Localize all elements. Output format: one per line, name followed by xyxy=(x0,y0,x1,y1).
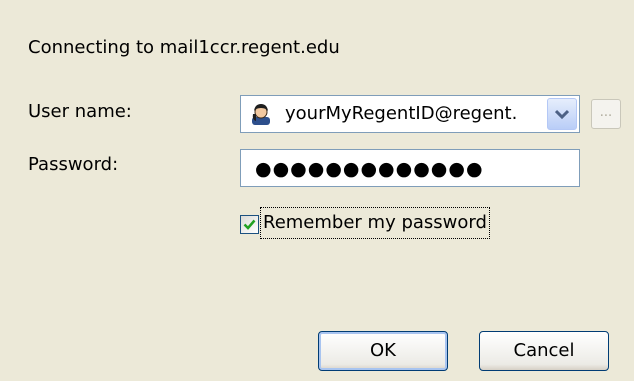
remember-password-label[interactable]: Remember my password xyxy=(260,207,490,239)
user-name-value: yourMyRegentID@regent. xyxy=(285,103,518,124)
ok-button[interactable]: OK xyxy=(318,331,448,371)
browse-accounts-button[interactable]: ... xyxy=(591,99,621,129)
password-masked-value: ●●●●●●●●●●●●● xyxy=(255,158,484,180)
password-field[interactable]: ●●●●●●●●●●●●● xyxy=(240,149,580,187)
credentials-dialog: Connecting to mail1ccr.regent.edu User n… xyxy=(0,0,634,381)
user-name-combobox[interactable]: yourMyRegentID@regent. xyxy=(240,95,580,133)
cancel-button[interactable]: Cancel xyxy=(479,331,609,371)
connecting-text: Connecting to mail1ccr.regent.edu xyxy=(28,37,340,58)
user-name-dropdown-button[interactable] xyxy=(547,98,577,130)
chevron-down-icon xyxy=(555,109,569,120)
password-label: Password: xyxy=(28,154,119,175)
remember-password-checkbox[interactable] xyxy=(240,215,259,234)
user-account-icon xyxy=(249,102,273,126)
user-name-label: User name: xyxy=(28,101,132,122)
checkmark-icon xyxy=(243,219,256,230)
